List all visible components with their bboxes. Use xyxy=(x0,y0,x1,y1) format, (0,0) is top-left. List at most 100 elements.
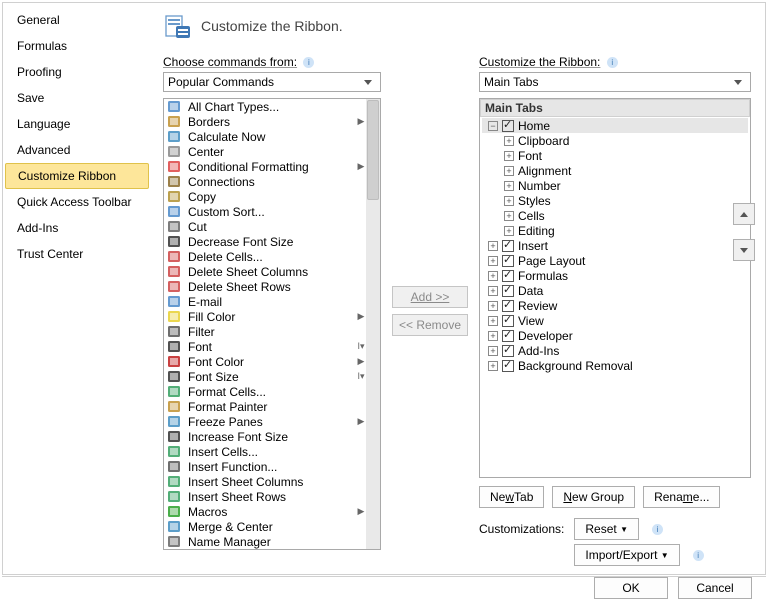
sidebar-item-language[interactable]: Language xyxy=(5,111,149,137)
sidebar-item-trust-center[interactable]: Trust Center xyxy=(5,241,149,267)
collapse-icon[interactable]: − xyxy=(488,121,498,131)
command-item[interactable]: Insert Sheet Columns xyxy=(164,474,366,489)
command-item[interactable]: Fill Color▶ xyxy=(164,309,366,324)
command-item[interactable]: Font SizeI▾ xyxy=(164,369,366,384)
command-item[interactable]: FontI▾ xyxy=(164,339,366,354)
expand-icon[interactable]: + xyxy=(504,151,514,161)
expand-icon[interactable]: + xyxy=(488,256,498,266)
command-item[interactable]: Increase Font Size xyxy=(164,429,366,444)
tree-item[interactable]: +Clipboard xyxy=(482,133,748,148)
expand-icon[interactable]: + xyxy=(488,316,498,326)
command-item[interactable]: Decrease Font Size xyxy=(164,234,366,249)
command-item[interactable]: Borders▶ xyxy=(164,114,366,129)
tree-item[interactable]: +Cells xyxy=(482,208,748,223)
expand-icon[interactable]: + xyxy=(488,361,498,371)
command-item[interactable]: Delete Sheet Columns xyxy=(164,264,366,279)
command-item[interactable]: All Chart Types... xyxy=(164,99,366,114)
command-item[interactable]: Font Color▶ xyxy=(164,354,366,369)
sidebar-item-proofing[interactable]: Proofing xyxy=(5,59,149,85)
expand-icon[interactable]: + xyxy=(504,226,514,236)
tree-item[interactable]: +Editing xyxy=(482,223,748,238)
sidebar-item-save[interactable]: Save xyxy=(5,85,149,111)
command-item[interactable]: Insert Sheet Rows xyxy=(164,489,366,504)
command-item[interactable]: Cut xyxy=(164,219,366,234)
tree-item[interactable]: −Home xyxy=(482,118,748,133)
command-item[interactable]: Merge & Center xyxy=(164,519,366,534)
command-item[interactable]: Delete Cells... xyxy=(164,249,366,264)
expand-icon[interactable]: + xyxy=(488,241,498,251)
command-item[interactable]: Insert Cells... xyxy=(164,444,366,459)
tree-item[interactable]: +Styles xyxy=(482,193,748,208)
tree-checkbox[interactable] xyxy=(502,285,514,297)
expand-icon[interactable]: + xyxy=(488,271,498,281)
new-tab-button[interactable]: New Tab xyxy=(479,486,544,508)
choose-commands-dropdown[interactable]: Popular Commands xyxy=(163,72,381,92)
info-icon[interactable]: i xyxy=(607,57,618,68)
expand-icon[interactable]: + xyxy=(488,286,498,296)
tree-item[interactable]: +Review xyxy=(482,298,748,313)
tree-item[interactable]: +Page Layout xyxy=(482,253,748,268)
tree-checkbox[interactable] xyxy=(502,360,514,372)
tree-checkbox[interactable] xyxy=(502,270,514,282)
tree-item[interactable]: +Add-Ins xyxy=(482,343,748,358)
expand-icon[interactable]: + xyxy=(504,211,514,221)
command-item[interactable]: Format Cells... xyxy=(164,384,366,399)
command-item[interactable]: Conditional Formatting▶ xyxy=(164,159,366,174)
tree-item[interactable]: +Insert xyxy=(482,238,748,253)
move-down-button[interactable] xyxy=(733,239,755,261)
tree-checkbox[interactable] xyxy=(502,255,514,267)
ribbon-tree[interactable]: Main Tabs −Home+Clipboard+Font+Alignment… xyxy=(479,98,751,478)
tree-checkbox[interactable] xyxy=(502,240,514,252)
remove-button[interactable]: << Remove xyxy=(392,314,468,336)
command-item[interactable]: Center xyxy=(164,144,366,159)
sidebar-item-advanced[interactable]: Advanced xyxy=(5,137,149,163)
tree-checkbox[interactable] xyxy=(502,120,514,132)
commands-listbox[interactable]: All Chart Types...Borders▶Calculate NowC… xyxy=(163,98,381,550)
reset-button[interactable]: Reset ▼ xyxy=(574,518,639,540)
command-item[interactable]: Copy xyxy=(164,189,366,204)
command-item[interactable]: Freeze Panes▶ xyxy=(164,414,366,429)
command-item[interactable]: Insert Function... xyxy=(164,459,366,474)
add-button[interactable]: Add >> xyxy=(392,286,468,308)
tree-item[interactable]: +Developer xyxy=(482,328,748,343)
command-item[interactable]: Format Painter xyxy=(164,399,366,414)
expand-icon[interactable]: + xyxy=(504,136,514,146)
command-item[interactable]: Custom Sort... xyxy=(164,204,366,219)
command-item[interactable]: Connections xyxy=(164,174,366,189)
info-icon[interactable]: i xyxy=(652,524,663,535)
expand-icon[interactable]: + xyxy=(504,196,514,206)
command-item[interactable]: Filter xyxy=(164,324,366,339)
sidebar-item-add-ins[interactable]: Add-Ins xyxy=(5,215,149,241)
tree-item[interactable]: +Data xyxy=(482,283,748,298)
command-item[interactable]: E-mail xyxy=(164,294,366,309)
import-export-button[interactable]: Import/Export ▼ xyxy=(574,544,679,566)
tree-item[interactable]: +Number xyxy=(482,178,748,193)
command-item[interactable]: Calculate Now xyxy=(164,129,366,144)
expand-icon[interactable]: + xyxy=(504,166,514,176)
info-icon[interactable]: i xyxy=(303,57,314,68)
move-up-button[interactable] xyxy=(733,203,755,225)
tree-item[interactable]: +Font xyxy=(482,148,748,163)
tree-checkbox[interactable] xyxy=(502,300,514,312)
sidebar-item-general[interactable]: General xyxy=(5,7,149,33)
tree-item[interactable]: +Background Removal xyxy=(482,358,748,373)
ok-button[interactable]: OK xyxy=(594,577,668,599)
command-item[interactable]: Delete Sheet Rows xyxy=(164,279,366,294)
expand-icon[interactable]: + xyxy=(488,331,498,341)
sidebar-item-quick-access-toolbar[interactable]: Quick Access Toolbar xyxy=(5,189,149,215)
new-group-button[interactable]: New Group xyxy=(552,486,635,508)
tree-checkbox[interactable] xyxy=(502,315,514,327)
command-item[interactable]: Name Manager xyxy=(164,534,366,549)
sidebar-item-formulas[interactable]: Formulas xyxy=(5,33,149,59)
tree-checkbox[interactable] xyxy=(502,345,514,357)
info-icon[interactable]: i xyxy=(693,550,704,561)
sidebar-item-customize-ribbon[interactable]: Customize Ribbon xyxy=(5,163,149,189)
customize-ribbon-dropdown[interactable]: Main Tabs xyxy=(479,72,751,92)
rename-button[interactable]: Rename... xyxy=(643,486,720,508)
tree-item[interactable]: +Alignment xyxy=(482,163,748,178)
expand-icon[interactable]: + xyxy=(488,301,498,311)
expand-icon[interactable]: + xyxy=(488,346,498,356)
tree-checkbox[interactable] xyxy=(502,330,514,342)
scrollbar[interactable] xyxy=(366,99,380,549)
command-item[interactable]: Macros▶ xyxy=(164,504,366,519)
